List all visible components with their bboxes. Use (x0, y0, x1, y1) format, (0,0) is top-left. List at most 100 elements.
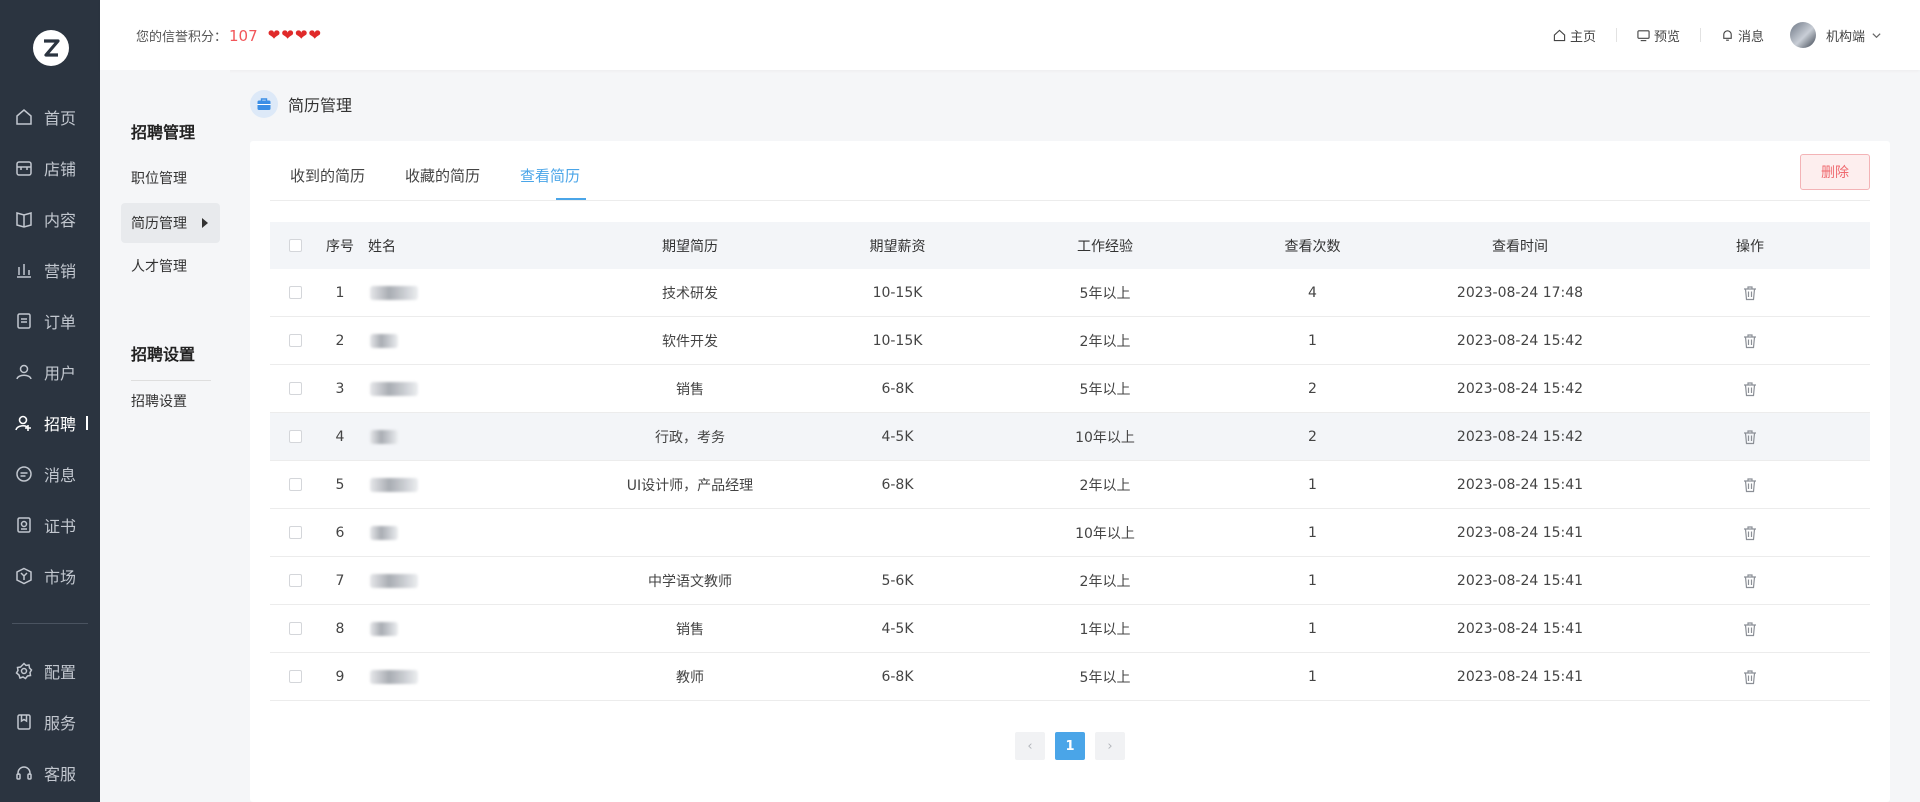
cell-experience: 2年以上 (1079, 573, 1131, 590)
sub-item-talent-management[interactable]: 人才管理 (121, 246, 220, 286)
cell-actions (1630, 429, 1870, 445)
row-checkbox[interactable] (288, 574, 302, 587)
user-name: 机构端 (1825, 29, 1865, 45)
cell-view-count: 1 (1308, 668, 1317, 685)
bell-icon (1721, 29, 1734, 42)
cell-view-time: 2023-08-24 15:41 (1456, 572, 1584, 589)
redacted-name (370, 333, 398, 348)
page-number-button[interactable]: 1 (1055, 732, 1085, 760)
row-checkbox[interactable] (288, 430, 302, 443)
nav-item-certificates[interactable]: 证书 (0, 499, 100, 550)
cell-actions (1630, 525, 1870, 541)
nav-item-home[interactable]: 首页 (0, 91, 100, 142)
resume-card: 收到的简历 收藏的简历 查看简历 删除 序号 姓名 期望简历 期望薪资 工作经验… (250, 141, 1890, 802)
page-title-text: 简历管理 (288, 96, 353, 115)
service-icon (14, 712, 34, 732)
sub-item-recruit-settings[interactable]: 招聘设置 (121, 381, 220, 421)
nav-item-service[interactable]: 服务 (0, 696, 100, 747)
nav-item-messages[interactable]: 消息 (0, 448, 100, 499)
row-checkbox[interactable] (288, 382, 302, 395)
delete-button[interactable]: 删除 (1800, 154, 1870, 190)
cell-expected-resume: 行政，考务 (655, 429, 725, 446)
nav-item-label: 招聘 (44, 414, 77, 434)
user-menu[interactable]: 机构端 (1789, 22, 1882, 48)
nav-item-market[interactable]: 市场 (0, 550, 100, 601)
table-row: 7 中学语文教师 5-6K 2年以上 1 2023-08-24 15:41 (270, 557, 1870, 605)
trash-icon[interactable] (1742, 285, 1758, 301)
tab-received-resumes[interactable]: 收到的简历 (290, 165, 365, 186)
nav-item-label: 配置 (44, 662, 77, 682)
credit-hearts: ❤ ❤ ❤ ❤ (268, 28, 321, 43)
cell-actions (1630, 669, 1870, 685)
row-checkbox[interactable] (288, 334, 302, 347)
cell-expected-salary: 6-8K (881, 476, 914, 493)
nav-item-orders[interactable]: 订单 (0, 295, 100, 346)
trash-icon[interactable] (1742, 333, 1758, 349)
trash-icon[interactable] (1742, 381, 1758, 397)
page-title: 简历管理 (250, 90, 352, 118)
row-select-cell (270, 478, 320, 491)
nav-item-store[interactable]: 店铺 (0, 142, 100, 193)
tab-favorite-resumes[interactable]: 收藏的简历 (405, 165, 480, 186)
cell-index: 4 (335, 428, 345, 445)
nav-divider (12, 623, 88, 624)
trash-icon[interactable] (1742, 573, 1758, 589)
home-link[interactable]: 主页 (1553, 26, 1596, 45)
trash-icon[interactable] (1742, 621, 1758, 637)
cell-experience: 2年以上 (1079, 333, 1131, 350)
select-all-checkbox[interactable] (288, 239, 302, 252)
cell-expected-resume: 销售 (676, 381, 704, 398)
avatar (1789, 22, 1816, 48)
sub-item-job-management[interactable]: 职位管理 (121, 158, 220, 198)
cell-name (360, 477, 580, 493)
nav-item-label: 用户 (44, 363, 77, 383)
table-header: 序号 姓名 期望简历 期望薪资 工作经验 查看次数 查看时间 操作 (270, 222, 1870, 269)
sub-item-resume-management[interactable]: 简历管理 (121, 203, 220, 243)
cell-expected-salary: 4-5K (881, 428, 914, 445)
cell-expected-resume: 技术研发 (662, 285, 718, 302)
app-logo[interactable] (33, 30, 69, 66)
cell-index: 3 (335, 380, 345, 397)
row-checkbox[interactable] (288, 286, 302, 299)
cell-actions (1630, 573, 1870, 589)
nav-item-settings[interactable]: 配置 (0, 645, 100, 696)
nav-item-recruit[interactable]: 招聘 (0, 397, 100, 448)
nav-item-marketing[interactable]: 营销 (0, 244, 100, 295)
home-icon (1553, 29, 1566, 42)
sub-item-label: 人才管理 (131, 259, 187, 275)
row-checkbox[interactable] (288, 478, 302, 491)
row-checkbox[interactable] (288, 622, 302, 635)
nav-item-label: 证书 (44, 516, 77, 536)
tab-viewed-resumes[interactable]: 查看简历 (520, 165, 580, 186)
sub-item-label: 职位管理 (131, 171, 187, 187)
prev-page-button[interactable]: ‹ (1015, 732, 1045, 760)
next-page-button[interactable]: › (1095, 732, 1125, 760)
preview-link[interactable]: 预览 (1637, 26, 1680, 45)
cell-view-time: 2023-08-24 15:42 (1456, 332, 1584, 349)
trash-icon[interactable] (1742, 525, 1758, 541)
trash-icon[interactable] (1742, 477, 1758, 493)
store-icon (14, 158, 34, 178)
trash-icon[interactable] (1742, 669, 1758, 685)
header-separator (1615, 28, 1617, 42)
table-row: 8 销售 4-5K 1年以上 1 2023-08-24 15:41 (270, 605, 1870, 653)
row-checkbox[interactable] (288, 526, 302, 539)
nav-item-label: 店铺 (44, 159, 77, 179)
trash-icon[interactable] (1742, 429, 1758, 445)
row-select-cell (270, 286, 320, 299)
row-checkbox[interactable] (288, 670, 302, 683)
cell-view-time: 2023-08-24 15:42 (1456, 428, 1584, 445)
cell-view-time: 2023-08-24 15:41 (1456, 620, 1584, 637)
cell-index: 8 (335, 620, 345, 637)
nav-item-content[interactable]: 内容 (0, 193, 100, 244)
messages-link[interactable]: 消息 (1721, 26, 1764, 45)
heart-icon: ❤ (267, 26, 281, 44)
sub-item-label: 招聘设置 (131, 394, 187, 410)
cell-index: 5 (335, 476, 345, 493)
nav-item-support[interactable]: 客服 (0, 747, 100, 798)
nav-item-users[interactable]: 用户 (0, 346, 100, 397)
cell-view-count: 4 (1308, 284, 1317, 301)
row-select-cell (270, 622, 320, 635)
sub-nav: 招聘管理 职位管理 简历管理 人才管理 招聘设置 招聘设置 (100, 70, 230, 802)
resume-table: 序号 姓名 期望简历 期望薪资 工作经验 查看次数 查看时间 操作 1 技术研发… (270, 222, 1870, 701)
